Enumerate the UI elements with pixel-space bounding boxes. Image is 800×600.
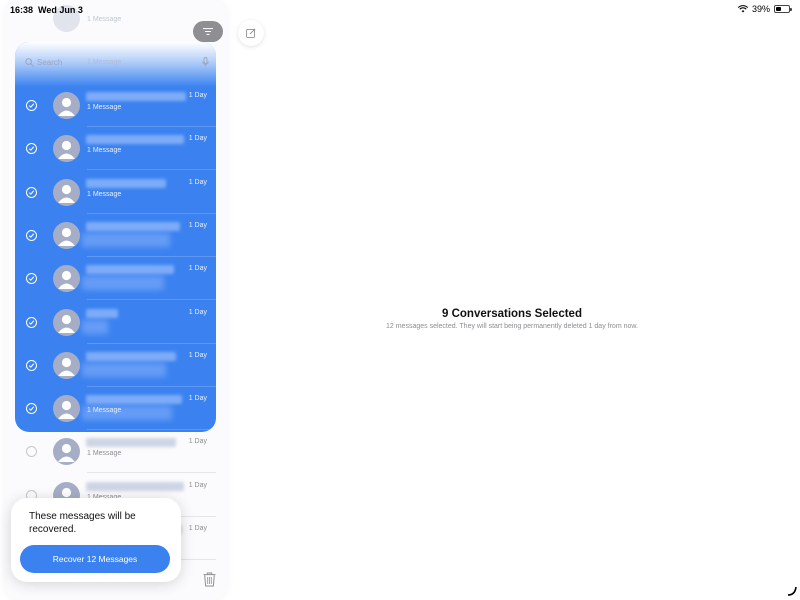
redacted-contact-name xyxy=(86,481,184,491)
conversation-row[interactable]: 1 Day xyxy=(15,301,216,344)
delete-button[interactable] xyxy=(203,572,216,592)
wifi-icon xyxy=(737,5,748,13)
redacted-preview xyxy=(82,319,108,334)
selected-check-icon[interactable] xyxy=(26,359,37,371)
detail-subtitle: 12 messages selected. They will start be… xyxy=(385,323,638,330)
search-icon xyxy=(25,58,34,67)
avatar xyxy=(53,395,80,423)
compose-icon xyxy=(246,28,256,38)
row-time: 1 Day xyxy=(188,395,207,403)
row-preview: 1 Message xyxy=(87,450,122,458)
conversation-row[interactable]: 1 Day xyxy=(15,344,216,387)
row-time: 1 Day xyxy=(188,438,207,446)
filter-lines-icon xyxy=(203,28,213,35)
recover-message: These messages will be recovered. xyxy=(29,511,136,535)
selected-check-icon[interactable] xyxy=(26,143,37,155)
status-right: 39% xyxy=(737,4,792,14)
redacted-contact-name xyxy=(86,135,184,145)
conversation-row[interactable]: 1 Day xyxy=(15,257,216,301)
conversation-row[interactable]: 1 Day 1 Message xyxy=(15,171,216,214)
row-time: 1 Day xyxy=(188,308,207,316)
unselected-circle-icon[interactable] xyxy=(26,446,37,458)
row-time: 1 Day xyxy=(188,92,207,99)
conversation-row[interactable]: 1 Day xyxy=(15,214,216,257)
redacted-contact-name xyxy=(86,92,186,101)
conversation-row[interactable]: 1 Day 1 Message xyxy=(15,84,216,127)
row-preview: 1 Message xyxy=(87,407,122,415)
trash-icon xyxy=(203,572,216,587)
row-preview: 1 Message xyxy=(87,190,122,198)
redacted-preview xyxy=(82,276,164,291)
status-date: Wed Jun 3 xyxy=(38,5,83,15)
redacted-preview xyxy=(82,362,166,377)
row-time: 1 Day xyxy=(188,351,207,359)
redacted-contact-name xyxy=(86,351,176,361)
conversation-row[interactable]: 1 Day 1 Message xyxy=(15,430,216,474)
selected-check-icon[interactable] xyxy=(26,229,37,241)
selected-check-icon[interactable] xyxy=(26,100,37,111)
battery-icon xyxy=(774,5,792,13)
redacted-contact-name xyxy=(86,221,180,231)
filter-button[interactable] xyxy=(193,21,223,42)
selected-check-icon[interactable] xyxy=(26,316,37,328)
search-field[interactable]: Search 1 Message xyxy=(23,56,213,70)
redacted-contact-name xyxy=(86,308,118,318)
avatar xyxy=(53,135,80,163)
row-preview: 1 Message xyxy=(87,104,122,111)
row-time: 1 Day xyxy=(188,525,207,532)
conversation-row[interactable]: 1 Day 1 Message xyxy=(15,387,216,431)
detail-title: 9 Conversations Selected xyxy=(442,308,582,320)
search-placeholder: Search xyxy=(37,58,63,67)
compose-button[interactable] xyxy=(238,20,264,46)
selected-check-icon[interactable] xyxy=(26,403,37,415)
battery-percent: 39% xyxy=(751,4,770,14)
avatar xyxy=(53,351,80,379)
redacted-contact-name xyxy=(86,395,182,405)
avatar xyxy=(53,438,80,466)
recover-popover: These messages will be recovered. Recove… xyxy=(11,498,181,582)
row-time: 1 Day xyxy=(188,481,207,489)
status-time: 16:38 xyxy=(10,5,34,15)
row-time: 1 Day xyxy=(188,135,207,143)
row-time: 1 Day xyxy=(188,178,207,186)
avatar xyxy=(53,265,80,293)
row-preview: 1 Message xyxy=(87,147,122,155)
avatar xyxy=(53,221,80,249)
redacted-contact-name xyxy=(86,438,176,448)
search-ghost-preview: 1 Message xyxy=(87,59,122,66)
redacted-contact-name xyxy=(86,178,166,188)
row-time: 1 Day xyxy=(188,221,207,229)
selected-check-icon[interactable] xyxy=(26,273,37,285)
mic-icon[interactable] xyxy=(202,57,209,67)
row-time: 1 Day xyxy=(188,265,207,273)
redacted-preview xyxy=(82,232,170,247)
conversation-row[interactable]: 1 Day 1 Message xyxy=(15,127,216,171)
status-bar: 16:38 Wed Jun 3 39% xyxy=(0,0,800,18)
recover-button[interactable]: Recover 12 Messages xyxy=(20,545,170,573)
battery-fill xyxy=(776,7,781,11)
selected-check-icon[interactable] xyxy=(26,186,37,198)
avatar xyxy=(53,308,80,336)
avatar xyxy=(53,92,80,119)
avatar xyxy=(53,178,80,206)
redacted-contact-name xyxy=(86,265,174,275)
resize-corner-icon[interactable] xyxy=(787,586,797,596)
